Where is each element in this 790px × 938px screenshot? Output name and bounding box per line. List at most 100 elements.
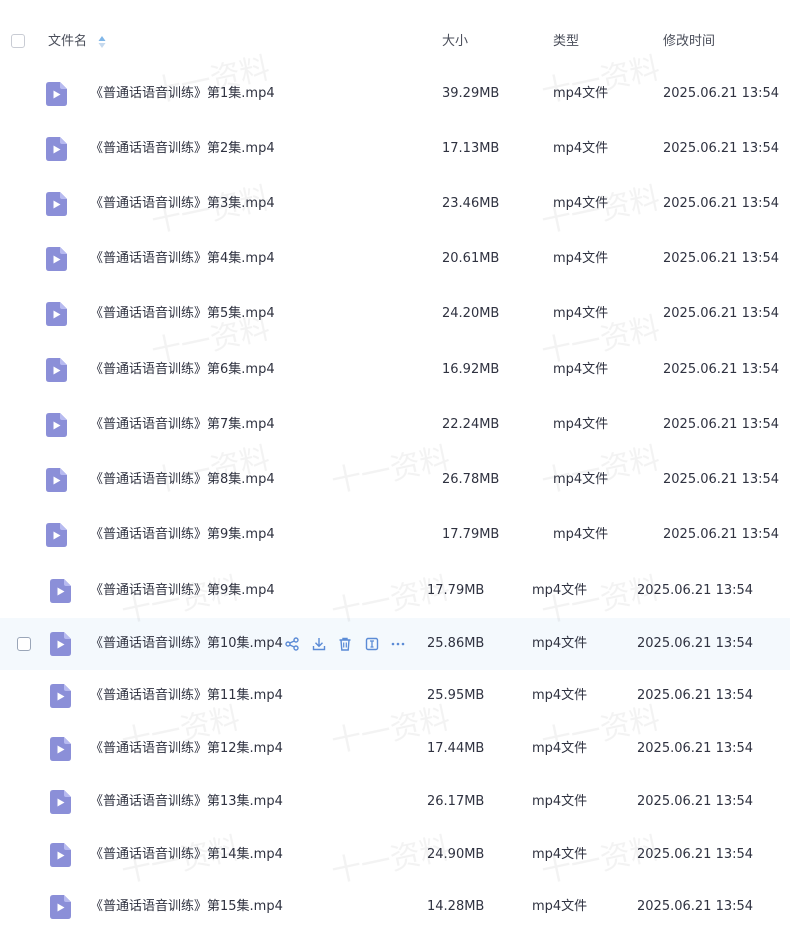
file-name[interactable]: 《普通话语音训练》第9集.mp4 bbox=[90, 582, 275, 600]
video-file-icon bbox=[50, 684, 71, 709]
file-size: 17.44MB bbox=[427, 741, 485, 757]
file-type: mp4文件 bbox=[532, 899, 588, 915]
file-modified-time: 2025.06.21 13:54 bbox=[663, 416, 780, 432]
file-name[interactable]: 《普通话语音训练》第7集.mp4 bbox=[90, 416, 275, 434]
file-size: 25.86MB bbox=[427, 635, 485, 651]
file-type: mp4文件 bbox=[553, 527, 609, 543]
table-row[interactable]: 《普通话语音训练》第13集.mp4 26.17MB mp4文件 2025.06.21 … bbox=[0, 776, 790, 828]
file-modified-time: 2025.06.21 13:54 bbox=[663, 85, 780, 101]
video-file-icon bbox=[50, 579, 71, 603]
file-size: 17.13MB bbox=[442, 140, 500, 156]
file-modified-time: 2025.06.21 13:54 bbox=[637, 635, 754, 651]
file-type: mp4文件 bbox=[532, 635, 588, 651]
file-type: mp4文件 bbox=[553, 361, 609, 377]
file-modified-time: 2025.06.21 13:54 bbox=[637, 741, 754, 757]
file-type: mp4文件 bbox=[553, 85, 609, 101]
file-size: 14.28MB bbox=[427, 899, 485, 915]
file-name[interactable]: 《普通话语音训练》第3集.mp4 bbox=[90, 195, 275, 213]
table-row[interactable]: 《普通话语音训练》第4集.mp4 20.61MB mp4文件 2025.06.21 1… bbox=[0, 232, 790, 287]
file-name[interactable]: 《普通话语音训练》第10集.mp4 bbox=[90, 635, 283, 653]
file-modified-time: 2025.06.21 13:54 bbox=[637, 688, 754, 704]
row-checkbox[interactable] bbox=[17, 636, 31, 651]
file-type: mp4文件 bbox=[532, 741, 588, 757]
video-file-icon bbox=[46, 302, 67, 327]
file-size: 22.24MB bbox=[442, 416, 500, 432]
video-file-icon bbox=[50, 842, 71, 867]
table-row[interactable]: 《普通话语音训练》第1集.mp4 39.29MB mp4文件 2025.06.21 1… bbox=[0, 66, 790, 121]
file-size: 26.78MB bbox=[442, 471, 500, 487]
file-name[interactable]: 《普通话语音训练》第4集.mp4 bbox=[90, 250, 275, 268]
table-row[interactable]: 《普通话语音训练》第10集.mp4 25.86MB mp4文件 2025.06.21 … bbox=[0, 617, 790, 670]
file-size: 17.79MB bbox=[427, 583, 485, 598]
rename-icon[interactable] bbox=[364, 635, 380, 653]
file-modified-time: 2025.06.21 13:54 bbox=[663, 527, 780, 543]
file-type: mp4文件 bbox=[553, 251, 609, 267]
select-all-checkbox[interactable] bbox=[11, 34, 25, 48]
column-header-name[interactable]: 文件名 bbox=[48, 33, 87, 51]
video-file-icon bbox=[50, 737, 71, 762]
file-size: 23.46MB bbox=[442, 195, 500, 211]
video-file-icon bbox=[46, 247, 67, 272]
file-size: 24.90MB bbox=[427, 846, 485, 862]
table-row[interactable]: 《普通话语音训练》第12集.mp4 17.44MB mp4文件 2025.06.21 … bbox=[0, 723, 790, 775]
file-modified-time: 2025.06.21 13:54 bbox=[663, 361, 780, 377]
video-file-icon bbox=[50, 789, 71, 814]
file-modified-time: 2025.06.21 13:54 bbox=[663, 195, 780, 211]
file-type: mp4文件 bbox=[532, 793, 588, 809]
file-type: mp4文件 bbox=[553, 140, 609, 156]
table-row[interactable]: 《普通话语音训练》第15集.mp4 14.28MB mp4文件 2025.06.21 … bbox=[0, 881, 790, 933]
sort-icon[interactable] bbox=[98, 35, 106, 49]
file-name[interactable]: 《普通话语音训练》第6集.mp4 bbox=[90, 361, 275, 379]
file-type: mp4文件 bbox=[553, 416, 609, 432]
video-file-icon bbox=[46, 467, 67, 492]
file-modified-time: 2025.06.21 13:54 bbox=[663, 140, 780, 156]
file-modified-time: 2025.06.21 13:54 bbox=[663, 471, 780, 487]
video-file-icon bbox=[46, 412, 67, 437]
table-row[interactable]: 《普通话语音训练》第7集.mp4 22.24MB mp4文件 2025.06.21 1… bbox=[0, 397, 790, 452]
file-type: mp4文件 bbox=[532, 583, 588, 598]
table-row[interactable]: 《普通话语音训练》第9集.mp4 17.79MB mp4文件 2025.06.21 1… bbox=[0, 565, 790, 617]
file-name[interactable]: 《普通话语音训练》第11集.mp4 bbox=[90, 687, 283, 705]
more-icon[interactable] bbox=[390, 635, 406, 653]
file-name[interactable]: 《普通话语音训练》第1集.mp4 bbox=[90, 85, 275, 103]
row-actions bbox=[284, 635, 408, 653]
video-file-icon bbox=[46, 357, 67, 382]
file-name[interactable]: 《普通话语音训练》第14集.mp4 bbox=[90, 846, 283, 864]
file-name[interactable]: 《普通话语音训练》第2集.mp4 bbox=[90, 140, 275, 158]
file-name[interactable]: 《普通话语音训练》第5集.mp4 bbox=[90, 305, 275, 323]
file-size: 26.17MB bbox=[427, 793, 485, 809]
table-row[interactable]: 《普通话语音训练》第2集.mp4 17.13MB mp4文件 2025.06.21 1… bbox=[0, 121, 790, 176]
table-row[interactable]: 《普通话语音训练》第9集.mp4 17.79MB mp4文件 2025.06.21 1… bbox=[0, 508, 790, 563]
file-type: mp4文件 bbox=[553, 195, 609, 211]
file-type: mp4文件 bbox=[532, 846, 588, 862]
delete-icon[interactable] bbox=[337, 635, 353, 653]
video-file-icon bbox=[50, 631, 71, 656]
file-type: mp4文件 bbox=[532, 688, 588, 704]
table-row[interactable]: 《普通话语音训练》第3集.mp4 23.46MB mp4文件 2025.06.21 1… bbox=[0, 176, 790, 231]
share-icon[interactable] bbox=[284, 635, 300, 653]
file-size: 25.95MB bbox=[427, 688, 485, 704]
file-name[interactable]: 《普通话语音训练》第15集.mp4 bbox=[90, 898, 283, 916]
column-header-type[interactable]: 类型 bbox=[553, 33, 579, 51]
column-header-modified[interactable]: 修改时间 bbox=[663, 33, 715, 51]
file-name[interactable]: 《普通话语音训练》第9集.mp4 bbox=[90, 526, 275, 544]
table-row[interactable]: 《普通话语音训练》第14集.mp4 24.90MB mp4文件 2025.06.21 … bbox=[0, 829, 790, 881]
table-row[interactable]: 《普通话语音训练》第5集.mp4 24.20MB mp4文件 2025.06.21 1… bbox=[0, 287, 790, 342]
file-modified-time: 2025.06.21 13:54 bbox=[637, 583, 754, 598]
file-name[interactable]: 《普通话语音训练》第8集.mp4 bbox=[90, 471, 275, 489]
video-file-icon bbox=[46, 136, 67, 161]
file-name[interactable]: 《普通话语音训练》第12集.mp4 bbox=[90, 740, 283, 758]
file-size: 24.20MB bbox=[442, 306, 500, 322]
download-icon[interactable] bbox=[311, 635, 327, 653]
column-header-size[interactable]: 大小 bbox=[442, 33, 468, 51]
file-modified-time: 2025.06.21 13:54 bbox=[663, 251, 780, 267]
video-file-icon bbox=[50, 895, 71, 920]
video-file-icon bbox=[46, 523, 67, 548]
video-file-icon bbox=[46, 81, 67, 106]
table-row[interactable]: 《普通话语音训练》第8集.mp4 26.78MB mp4文件 2025.06.21 1… bbox=[0, 452, 790, 507]
file-size: 17.79MB bbox=[442, 527, 500, 543]
file-size: 16.92MB bbox=[442, 361, 500, 377]
file-name[interactable]: 《普通话语音训练》第13集.mp4 bbox=[90, 793, 283, 811]
table-row[interactable]: 《普通话语音训练》第6集.mp4 16.92MB mp4文件 2025.06.21 1… bbox=[0, 342, 790, 397]
table-row[interactable]: 《普通话语音训练》第11集.mp4 25.95MB mp4文件 2025.06.21 … bbox=[0, 670, 790, 722]
